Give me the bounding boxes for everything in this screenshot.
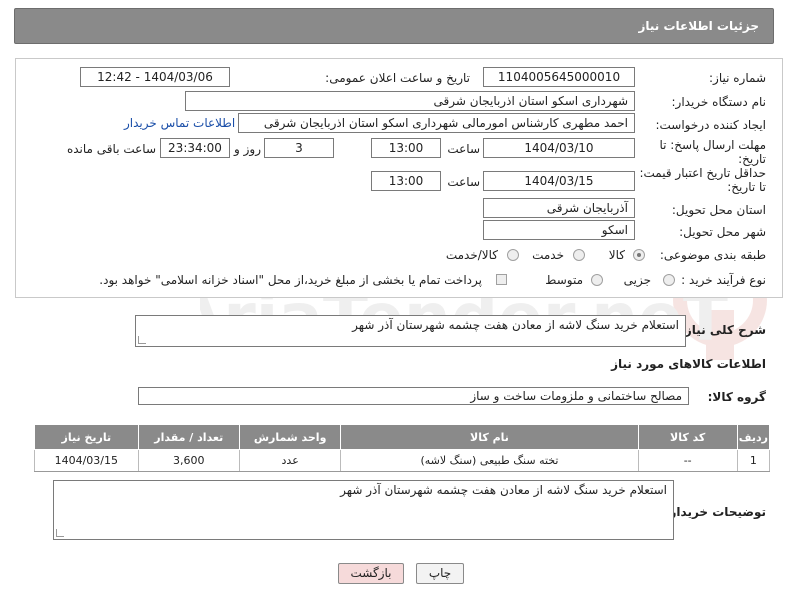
- reply-days-field[interactable]: 3: [264, 138, 334, 158]
- back-button[interactable]: بازگشت: [338, 563, 404, 584]
- reply-days-label: روز و: [234, 142, 261, 156]
- col-header-unit: واحد شمارش: [238, 424, 342, 450]
- buyer-contact-link[interactable]: اطلاعات تماس خریدار: [124, 116, 235, 130]
- col-header-qty: تعداد / مقدار: [137, 424, 240, 450]
- price-validity-date[interactable]: 1404/03/15: [483, 171, 635, 191]
- goods-table: ردیف کد کالا نام کالا واحد شمارش تعداد /…: [34, 424, 771, 472]
- announce-datetime-label: تاریخ و ساعت اعلان عمومی:: [325, 71, 470, 85]
- goods-group-field[interactable]: مصالح ساختمانی و ملزومات ساخت و ساز: [138, 387, 689, 405]
- buyer-notes-textarea[interactable]: استعلام خرید سنگ لاشه از معادن هفت چشمه …: [53, 480, 674, 540]
- goods-group-label: گروه کالا:: [707, 390, 766, 404]
- treasury-payment-checkbox[interactable]: [496, 274, 507, 285]
- goods-section-title: اطلاعات کالاهای مورد نیاز: [611, 357, 766, 371]
- summary-textarea[interactable]: استعلام خرید سنگ لاشه از معادن هفت چشمه …: [135, 315, 686, 347]
- need-number-field[interactable]: 1104005645000010: [483, 67, 635, 87]
- cell-row: 1: [736, 449, 771, 472]
- print-button[interactable]: چاپ: [416, 563, 464, 584]
- resize-handle-icon[interactable]: [138, 336, 146, 344]
- col-header-row: ردیف: [736, 424, 771, 450]
- price-validity-label-2: تا تاریخ:: [727, 180, 766, 194]
- col-header-name: نام کالا: [340, 424, 639, 450]
- resize-handle-icon[interactable]: [56, 529, 64, 537]
- remaining-time-label: ساعت باقی مانده: [66, 142, 156, 156]
- delivery-province-label: استان محل تحویل:: [671, 203, 766, 217]
- process-radio-medium[interactable]: [591, 274, 603, 286]
- category-radio-service[interactable]: [573, 249, 585, 261]
- col-header-code: کد کالا: [637, 424, 738, 450]
- announce-datetime-field[interactable]: 1404/03/06 - 12:42: [80, 67, 230, 87]
- page-title: جزئیات اطلاعات نیاز: [638, 19, 759, 33]
- requester-label: ایجاد کننده درخواست:: [655, 118, 766, 132]
- process-type-label: نوع فرآیند خرید :: [681, 273, 766, 287]
- category-option-goods-service: کالا/خدمت: [445, 248, 498, 262]
- category-radio-goods-service[interactable]: [507, 249, 519, 261]
- delivery-city-field[interactable]: اسکو: [483, 220, 635, 240]
- delivery-province-field[interactable]: آذربایجان شرقی: [483, 198, 635, 218]
- cell-date: 1404/03/15: [34, 449, 139, 472]
- col-header-date: تاریخ نیاز: [34, 424, 139, 450]
- buyer-notes-text: استعلام خرید سنگ لاشه از معادن هفت چشمه …: [340, 483, 667, 497]
- cell-unit: عدد: [238, 449, 342, 472]
- page-header: جزئیات اطلاعات نیاز: [14, 8, 774, 44]
- cell-qty: 3,600: [137, 449, 240, 472]
- buyer-notes-label: توضیحات خریدار:: [664, 505, 766, 519]
- cell-name: تخته سنگ طبیعی (سنگ لاشه): [340, 449, 639, 472]
- category-label: طبقه بندی موضوعی:: [659, 248, 766, 262]
- summary-text: استعلام خرید سنگ لاشه از معادن هفت چشمه …: [352, 318, 679, 332]
- category-option-goods: کالا: [608, 248, 625, 262]
- process-radio-minor[interactable]: [663, 274, 675, 286]
- delivery-city-label: شهر محل تحویل:: [679, 225, 766, 239]
- table-row[interactable]: 1 -- تخته سنگ طبیعی (سنگ لاشه) عدد 3,600…: [34, 449, 771, 472]
- reply-deadline-label: مهلت ارسال پاسخ: تا: [659, 138, 766, 152]
- remaining-time-field[interactable]: 23:34:00: [160, 138, 230, 158]
- requester-field[interactable]: احمد مطهری کارشناس امورمالی شهرداری اسکو…: [238, 113, 635, 133]
- reply-deadline-label-2: تاریخ:: [738, 152, 766, 166]
- reply-deadline-time[interactable]: 13:00: [371, 138, 441, 158]
- reply-time-label: ساعت: [447, 142, 480, 156]
- need-number-label: شماره نیاز:: [709, 71, 766, 85]
- process-option-minor: جزیی: [623, 273, 651, 287]
- buyer-org-label: نام دستگاه خریدار:: [671, 95, 767, 109]
- summary-label: شرح کلی نیاز:: [680, 323, 766, 337]
- category-option-service: خدمت: [532, 248, 564, 262]
- process-option-medium: متوسط: [545, 273, 583, 287]
- category-radio-goods[interactable]: [633, 249, 645, 261]
- buyer-org-field[interactable]: شهرداری اسکو استان اذربایجان شرقی: [185, 91, 635, 111]
- price-validity-time-label: ساعت: [447, 175, 480, 189]
- price-validity-label: حداقل تاریخ اعتبار قیمت:: [639, 166, 766, 180]
- price-validity-time[interactable]: 13:00: [371, 171, 441, 191]
- cell-code: --: [637, 449, 738, 472]
- reply-deadline-date[interactable]: 1404/03/10: [483, 138, 635, 158]
- treasury-payment-note: پرداخت تمام یا بخشی از مبلغ خرید،از محل …: [99, 273, 482, 287]
